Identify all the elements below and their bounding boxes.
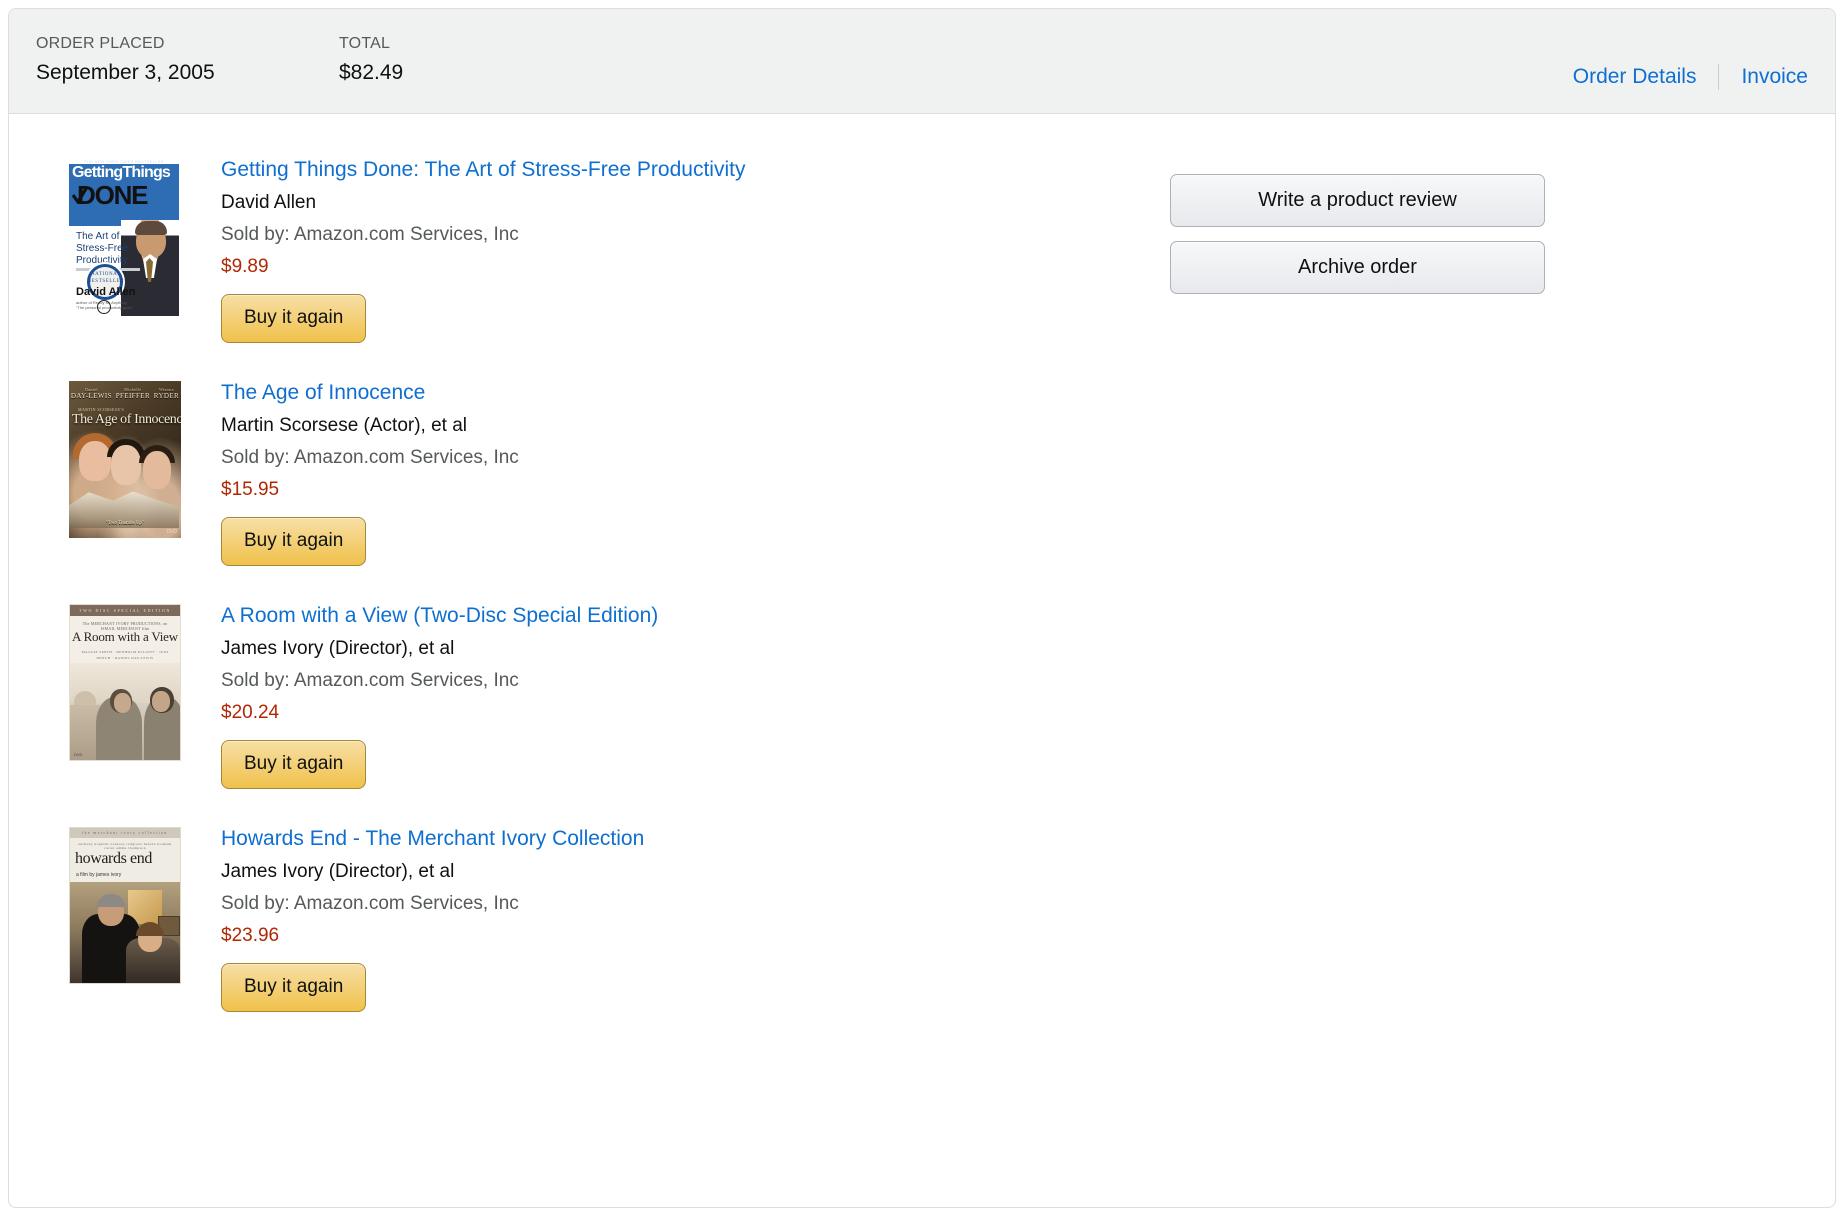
cover-quote: "Two Thumbs Up" [106, 521, 144, 526]
product-cover-age-of-innocence[interactable]: Daniel DAY-LEWIS Michelle PFEIFFER Winona R… [69, 381, 181, 538]
item-byline: James Ivory (Director), et al [221, 638, 455, 659]
cover-cast: anthony hopkins vanessa redgrave helena … [78, 842, 172, 850]
item-info: Howards End - The Merchant Ivory Collect… [221, 823, 1149, 1012]
order-item: the merchant ivory collection anthony ho… [69, 823, 1149, 1012]
item-seller: Sold by: Amazon.com Services, Inc [221, 893, 519, 914]
item-price: $20.24 [221, 702, 280, 723]
order-total-label: TOTAL [339, 35, 391, 52]
item-info: A Room with a View (Two-Disc Special Edi… [221, 600, 1149, 789]
order-item: THE NEW YORK TIMES BESTSELLER GettingThi… [69, 154, 1149, 343]
item-title-link[interactable]: Howards End - The Merchant Ivory Collect… [221, 825, 1149, 853]
order-total-amount: $82.49 [339, 61, 404, 84]
order-placed-block: ORDER PLACED September 3, 2005 [36, 34, 215, 86]
order-actions: Write a product review Archive order [1170, 174, 1545, 294]
item-byline: Martin Scorsese (Actor), et al [221, 415, 468, 436]
cover-actor-1: Daniel DAY-LEWIS [70, 387, 112, 400]
cover-dvd-logo: DVD [166, 529, 177, 535]
item-seller: Sold by: Amazon.com Services, Inc [221, 670, 519, 691]
order-total-block: TOTAL $82.49 [339, 34, 403, 86]
product-cover-a-room-with-a-view[interactable]: TWO DISC SPECIAL EDITION The MERCHANT IV… [69, 604, 181, 761]
item-title-link[interactable]: A Room with a View (Two-Disc Special Edi… [221, 602, 1149, 630]
order-item: TWO DISC SPECIAL EDITION The MERCHANT IV… [69, 600, 1149, 789]
item-byline: James Ivory (Director), et al [221, 861, 455, 882]
item-title-link[interactable]: Getting Things Done: The Art of Stress-F… [221, 156, 1149, 184]
cover-bestseller-text: NATIONAL BESTSELLER [87, 272, 125, 284]
item-info: The Age of Innocence Martin Scorsese (Ac… [221, 377, 1149, 566]
item-price: $15.95 [221, 479, 280, 500]
cover-actor-2: Michelle PFEIFFER [115, 387, 151, 400]
cover-face1 [79, 441, 111, 481]
item-thumbnail-wrap: Daniel DAY-LEWIS Michelle PFEIFFER Winona R… [69, 377, 221, 538]
item-price: $23.96 [221, 925, 280, 946]
buy-it-again-button[interactable]: Buy it again [221, 963, 367, 1012]
write-product-review-button[interactable]: Write a product review [1170, 174, 1545, 227]
item-thumbnail-wrap: TWO DISC SPECIAL EDITION The MERCHANT IV… [69, 600, 221, 761]
cover-face3 [143, 451, 171, 489]
item-info: Getting Things Done: The Art of Stress-F… [221, 154, 1149, 343]
cover-title: A Room with a View [72, 629, 178, 644]
invoice-link[interactable]: Invoice [1741, 65, 1808, 89]
order-items-list: THE NEW YORK TIMES BESTSELLER GettingThi… [69, 154, 1149, 1012]
order-placed-date: September 3, 2005 [36, 61, 215, 84]
item-thumbnail-wrap: the merchant ivory collection anthony ho… [69, 823, 221, 984]
cover-author: David Allen [76, 286, 136, 298]
item-byline: David Allen [221, 192, 317, 213]
order-header: ORDER PLACED September 3, 2005 TOTAL $82… [9, 9, 1835, 114]
cover-subtitle: a film by james ivory [76, 872, 122, 878]
order-header-links: Order Details Invoice [1573, 64, 1808, 90]
item-seller: Sold by: Amazon.com Services, Inc [221, 447, 519, 468]
order-details-link[interactable]: Order Details [1573, 65, 1697, 89]
order-item: Daniel DAY-LEWIS Michelle PFEIFFER Winona R… [69, 377, 1149, 566]
cover-title-line2: DONE [77, 180, 149, 210]
cover-title: The Age of Innocence [72, 412, 181, 427]
buy-it-again-button[interactable]: Buy it again [221, 294, 367, 343]
cover-figure-1-face [114, 693, 131, 713]
cover-figure-2-face [152, 691, 170, 712]
cover-actor-3: Winona RYDER [153, 387, 180, 400]
archive-order-button[interactable]: Archive order [1170, 241, 1545, 294]
cover-title-line1: GettingThings [72, 164, 171, 181]
cover-dvd-logo: DVD [74, 752, 83, 757]
item-thumbnail-wrap: THE NEW YORK TIMES BESTSELLER GettingThi… [69, 154, 221, 316]
cover-title: howards end [75, 850, 152, 867]
cover-edition-band: TWO DISC SPECIAL EDITION [70, 605, 180, 616]
order-placed-label: ORDER PLACED [36, 35, 165, 52]
product-cover-getting-things-done[interactable]: THE NEW YORK TIMES BESTSELLER GettingThi… [69, 158, 179, 316]
cover-publisher-mark [97, 300, 111, 314]
item-price: $9.89 [221, 256, 269, 277]
header-link-divider [1718, 64, 1720, 90]
cover-collection-band: the merchant ivory collection [70, 828, 180, 838]
product-cover-howards-end[interactable]: the merchant ivory collection anthony ho… [69, 827, 181, 984]
buy-it-again-button[interactable]: Buy it again [221, 517, 367, 566]
order-page: ORDER PLACED September 3, 2005 TOTAL $82… [0, 0, 1844, 1216]
cover-actor-names: Daniel DAY-LEWIS Michelle PFEIFFER Winona R… [69, 387, 181, 400]
cover-collection-text: the merchant ivory collection [82, 831, 168, 835]
buy-it-again-button[interactable]: Buy it again [221, 740, 367, 789]
cover-face2 [111, 445, 141, 485]
order-card: ORDER PLACED September 3, 2005 TOTAL $82… [8, 8, 1836, 1208]
cover-photo-hair [135, 221, 167, 235]
item-seller: Sold by: Amazon.com Services, Inc [221, 224, 519, 245]
cover-edition-text: TWO DISC SPECIAL EDITION [79, 608, 171, 613]
item-title-link[interactable]: The Age of Innocence [221, 379, 1149, 407]
